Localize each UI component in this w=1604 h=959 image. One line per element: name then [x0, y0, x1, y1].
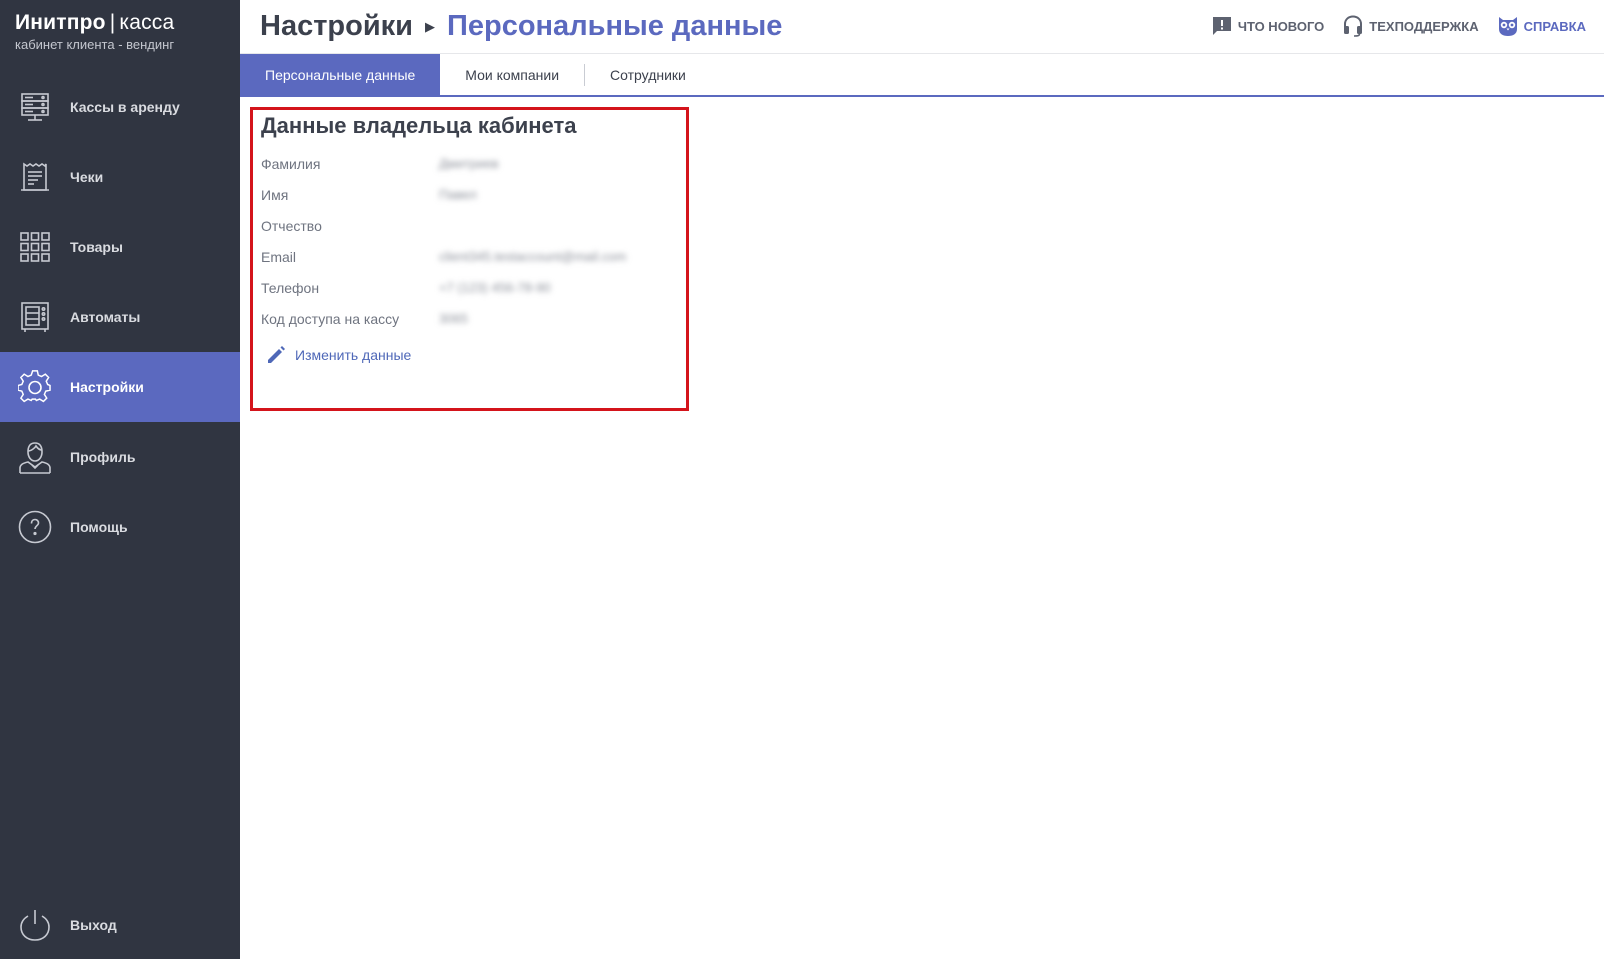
sidebar-item-receipts[interactable]: Чеки: [0, 142, 240, 212]
field-row-phone: Телефон +7 (123) 456-78-90: [261, 272, 681, 303]
field-value: +7 (123) 456-78-90: [439, 280, 551, 295]
sidebar-item-label: Помощь: [70, 519, 128, 535]
help-link[interactable]: СПРАВКА: [1497, 15, 1586, 37]
power-icon: [17, 907, 53, 943]
owner-fields: Фамилия Дмитриев Имя Павел Отчество Emai…: [261, 148, 681, 334]
owl-icon: [1497, 15, 1519, 37]
breadcrumb: Настройки ▶ Персональные данные: [260, 10, 782, 43]
brand-title: Инитпро | касса: [15, 11, 175, 34]
logout-button[interactable]: Выход: [0, 891, 240, 959]
tab-my-companies[interactable]: Мои компании: [440, 54, 584, 95]
sidebar-item-label: Чеки: [70, 169, 104, 185]
sidebar-item-label: Кассы в аренду: [70, 99, 180, 115]
field-label: Email: [261, 248, 297, 265]
sidebar-item-rent-registers[interactable]: Кассы в аренду: [0, 72, 240, 142]
user-icon: [17, 439, 53, 475]
gear-icon: [17, 369, 53, 405]
server-icon: [17, 89, 53, 125]
field-label: Код доступа на кассу: [261, 310, 400, 327]
owner-data-card: Данные владельца кабинета Фамилия Дмитри…: [250, 107, 689, 411]
field-label: Фамилия: [261, 155, 321, 172]
field-row-email: Email client345.testaccount@mail.com: [261, 241, 681, 272]
sidebar-item-label: Настройки: [70, 379, 144, 395]
field-value: 3065: [439, 311, 468, 326]
sidebar-item-settings[interactable]: Настройки: [0, 352, 240, 422]
field-value: client345.testaccount@mail.com: [439, 249, 627, 264]
field-label: Телефон: [261, 279, 320, 296]
field-label: Отчество: [261, 217, 322, 234]
message-alert-icon: [1211, 15, 1233, 37]
question-icon: [17, 509, 53, 545]
edit-data-link[interactable]: Изменить данные: [265, 344, 411, 366]
support-link[interactable]: ТЕХПОДДЕРЖКА: [1342, 15, 1479, 37]
tab-personal-data[interactable]: Персональные данные: [240, 54, 441, 95]
page-title: Персональные данные: [447, 10, 783, 42]
sidebar-nav: Кассы в аренду Чеки Товары Автоматы Наст…: [0, 72, 240, 562]
page-header: Настройки ▶ Персональные данные ЧТО НОВО…: [240, 0, 1604, 54]
field-value: Павел: [439, 187, 477, 202]
card-title: Данные владельца кабинета: [261, 113, 577, 138]
help-label: СПРАВКА: [1523, 18, 1586, 34]
whats-new-link[interactable]: ЧТО НОВОГО: [1211, 15, 1324, 37]
tab-employees[interactable]: Сотрудники: [585, 54, 711, 95]
field-value: Дмитриев: [439, 156, 499, 171]
sidebar-item-label: Товары: [70, 239, 123, 255]
grid-icon: [17, 229, 53, 265]
edit-data-label: Изменить данные: [295, 347, 412, 363]
headset-icon: [1342, 15, 1364, 37]
sidebar-item-vending-machines[interactable]: Автоматы: [0, 282, 240, 352]
sidebar-item-products[interactable]: Товары: [0, 212, 240, 282]
field-label: Имя: [261, 186, 289, 203]
vending-machine-icon: [17, 299, 53, 335]
settings-tabs: Персональные данные Мои компании Сотрудн…: [240, 54, 1604, 97]
sidebar: Инитпро | касса кабинет клиента - вендинг …: [0, 0, 240, 959]
top-links: ЧТО НОВОГО ТЕХПОДДЕРЖКА СПРАВКА: [1193, 15, 1586, 37]
breadcrumb-root[interactable]: Настройки: [260, 10, 413, 43]
brand-logo[interactable]: Инитпро | касса кабинет клиента - вендинг: [15, 11, 174, 52]
sidebar-item-help[interactable]: Помощь: [0, 492, 240, 562]
whats-new-label: ЧТО НОВОГО: [1237, 18, 1325, 34]
sidebar-item-label: Профиль: [70, 449, 136, 465]
field-row-patronymic: Отчество: [261, 210, 681, 241]
field-row-first-name: Имя Павел: [261, 179, 681, 210]
field-row-last-name: Фамилия Дмитриев: [261, 148, 681, 179]
breadcrumb-arrow-icon: ▶: [425, 18, 436, 34]
logout-label: Выход: [70, 917, 117, 933]
receipt-icon: [17, 159, 53, 195]
brand-subtitle: кабинет клиента - вендинг: [15, 37, 175, 52]
support-label: ТЕХПОДДЕРЖКА: [1369, 18, 1479, 34]
pencil-icon: [265, 344, 287, 366]
sidebar-item-profile[interactable]: Профиль: [0, 422, 240, 492]
field-row-access-code: Код доступа на кассу 3065: [261, 303, 681, 334]
sidebar-item-label: Автоматы: [70, 309, 141, 325]
